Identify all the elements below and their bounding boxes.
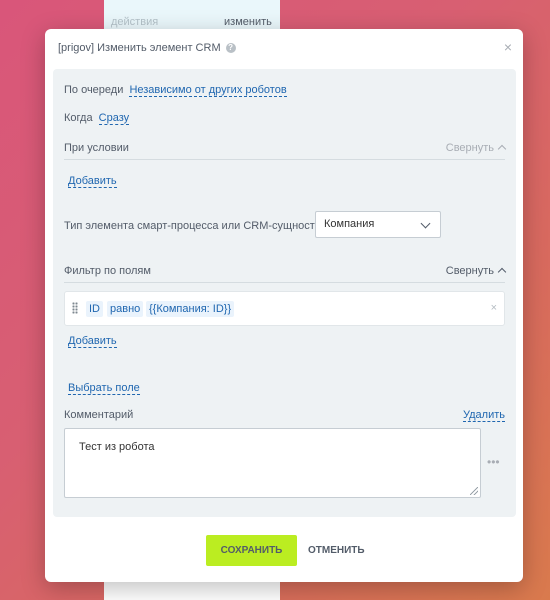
remove-condition-icon[interactable]: × xyxy=(491,302,497,314)
filter-add-link[interactable]: Добавить xyxy=(68,335,117,348)
filter-divider xyxy=(64,282,505,283)
condition-collapse-button[interactable]: Свернуть xyxy=(446,142,507,154)
help-icon[interactable]: ? xyxy=(225,43,236,53)
edit-crm-element-dialog: [prigov] Изменить элемент CRM ? × По оче… xyxy=(45,29,523,582)
filter-section-title: Фильтр по полям xyxy=(64,265,151,277)
comment-text: Тест из робота xyxy=(79,441,155,453)
comment-label: Комментарий xyxy=(64,409,134,421)
save-button[interactable]: СОХРАНИТЬ xyxy=(206,535,297,566)
filter-add-row: Добавить xyxy=(68,335,117,348)
choose-field-row: Выбрать поле xyxy=(68,382,140,395)
chevron-up-icon xyxy=(497,267,507,277)
comment-delete-link[interactable]: Удалить xyxy=(463,409,505,422)
background-change-link[interactable]: изменить xyxy=(224,16,272,28)
cancel-button[interactable]: ОТМЕНИТЬ xyxy=(308,535,365,566)
dialog-title: [prigov] Изменить элемент CRM ? xyxy=(58,42,236,54)
queue-mode-link[interactable]: Независимо от других роботов xyxy=(129,84,287,97)
chevron-down-icon xyxy=(420,218,431,229)
queue-label: По очереди xyxy=(64,84,124,96)
condition-add-link[interactable]: Добавить xyxy=(68,175,117,188)
when-row: Когда Сразу xyxy=(64,112,130,125)
element-type-value: Компания xyxy=(324,218,375,230)
queue-row: По очереди Независимо от других роботов xyxy=(64,84,287,97)
chevron-up-icon xyxy=(497,144,507,154)
filter-field-chip[interactable]: ID xyxy=(86,301,103,317)
when-label: Когда xyxy=(64,112,93,124)
element-type-label: Тип элемента смарт-процесса или CRM-сущн… xyxy=(64,220,325,232)
filter-condition-row: ID равно {{Компания: ID}} × xyxy=(64,291,505,326)
dialog-title-text: [prigov] Изменить элемент CRM xyxy=(58,42,221,54)
element-type-select[interactable]: Компания xyxy=(315,211,441,238)
condition-divider xyxy=(64,159,505,160)
comment-textarea[interactable]: Тест из робота xyxy=(64,428,481,498)
more-options-icon[interactable]: ••• xyxy=(487,455,500,469)
choose-field-link[interactable]: Выбрать поле xyxy=(68,382,140,395)
resize-handle-icon[interactable] xyxy=(470,487,478,495)
when-value-link[interactable]: Сразу xyxy=(98,112,130,125)
settings-panel: По очереди Независимо от других роботов … xyxy=(53,69,516,517)
condition-add-row: Добавить xyxy=(68,175,117,188)
close-icon[interactable]: × xyxy=(504,40,512,54)
condition-section-title: При условии xyxy=(64,142,129,154)
filter-value-chip[interactable]: {{Компания: ID}} xyxy=(146,301,235,317)
background-actions-label: действия xyxy=(111,16,159,28)
filter-operator-chip[interactable]: равно xyxy=(107,301,144,317)
filter-collapse-button[interactable]: Свернуть xyxy=(446,265,507,277)
drag-handle-icon[interactable] xyxy=(72,302,78,314)
